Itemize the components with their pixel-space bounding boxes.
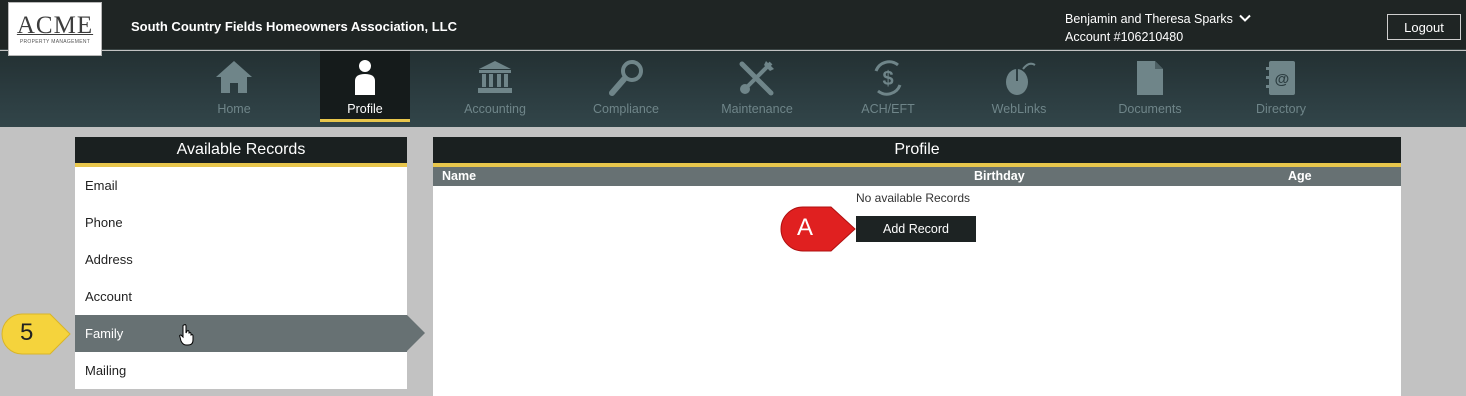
nav-profile[interactable]: Profile (320, 51, 410, 122)
profile-panel: Profile Name Birthday Age No available R… (433, 137, 1401, 396)
nav-accounting[interactable]: Accounting (450, 51, 540, 121)
empty-message: No available Records (855, 191, 971, 205)
nav-label-accounting: Accounting (464, 102, 526, 116)
acme-logo[interactable]: ACME PROPERTY MANAGEMENT (8, 2, 102, 56)
nav-label-directory: Directory (1255, 102, 1306, 116)
nav-label-compliance: Compliance (592, 102, 659, 116)
record-item-account[interactable]: Account (75, 278, 407, 315)
association-name: South Country Fields Homeowners Associat… (131, 19, 457, 34)
logo-text: ACME (16, 11, 94, 39)
record-item-family-label: Family (85, 326, 124, 341)
record-item-mailing[interactable]: Mailing (75, 352, 407, 389)
record-item-address[interactable]: Address (75, 241, 407, 278)
nav-label-maintenance: Maintenance (721, 102, 793, 116)
top-bar: South Country Fields Homeowners Associat… (0, 0, 1466, 50)
column-age[interactable]: Age (1288, 169, 1312, 183)
column-name[interactable]: Name (442, 169, 476, 183)
step-callout-number-text: 5 (20, 319, 34, 346)
chevron-down-icon[interactable] (1239, 10, 1251, 28)
column-birthday[interactable]: Birthday (974, 169, 1025, 183)
nav-compliance[interactable]: Compliance (581, 51, 671, 121)
nav-label-profile: Profile (347, 102, 383, 116)
step-callout-number: 5 (0, 312, 72, 356)
home-icon (214, 51, 254, 100)
bank-icon (476, 51, 514, 100)
svg-text:@: @ (1275, 71, 1290, 88)
nav-label-documents: Documents (1118, 102, 1182, 116)
step-callout-letter: A (779, 205, 857, 253)
nav-label-home: Home (217, 102, 251, 116)
logo-subtext: PROPERTY MANAGEMENT (19, 38, 91, 45)
record-item-email[interactable]: Email (75, 167, 407, 204)
record-item-family[interactable]: Family (75, 315, 425, 352)
user-name[interactable]: Benjamin and Theresa Sparks (1065, 10, 1233, 28)
nav-maintenance[interactable]: Maintenance (712, 51, 802, 121)
svg-text:$: $ (882, 68, 893, 90)
profile-table-header: Name Birthday Age (433, 167, 1401, 186)
hand-cursor-icon (179, 324, 195, 349)
nav-label-ach-eft: ACH/EFT (861, 102, 915, 116)
user-menu[interactable]: Benjamin and Theresa Sparks Account #106… (1065, 10, 1251, 46)
profile-title: Profile (433, 137, 1401, 167)
dollar-cycle-icon: $ (868, 51, 908, 102)
magnifier-icon (606, 51, 646, 102)
nav-ach-eft[interactable]: $ ACH/EFT (843, 51, 933, 121)
nav-label-weblinks: WebLinks (991, 102, 1047, 116)
nav-home[interactable]: Home (189, 51, 279, 121)
nav-weblinks[interactable]: WebLinks (974, 51, 1064, 121)
add-record-button[interactable]: Add Record (856, 216, 976, 242)
mouse-icon (999, 51, 1039, 102)
record-item-phone[interactable]: Phone (75, 204, 407, 241)
nav-directory[interactable]: @ Directory (1236, 51, 1326, 121)
address-book-icon: @ (1263, 51, 1299, 102)
available-records-title: Available Records (75, 137, 407, 167)
available-records-panel: Available Records Email Phone Address Ac… (75, 137, 425, 392)
person-icon (350, 51, 380, 102)
records-list: Email Phone Address Account Family Maili… (75, 167, 425, 389)
step-callout-letter-text: A (797, 214, 814, 241)
document-icon (1134, 51, 1166, 102)
nav-documents[interactable]: Documents (1105, 51, 1195, 121)
main-nav: Home Profile Accounting Compliance Maint… (0, 51, 1466, 127)
logout-button[interactable]: Logout (1387, 14, 1461, 40)
tools-icon (737, 51, 777, 102)
account-number: Account #106210480 (1065, 30, 1184, 44)
